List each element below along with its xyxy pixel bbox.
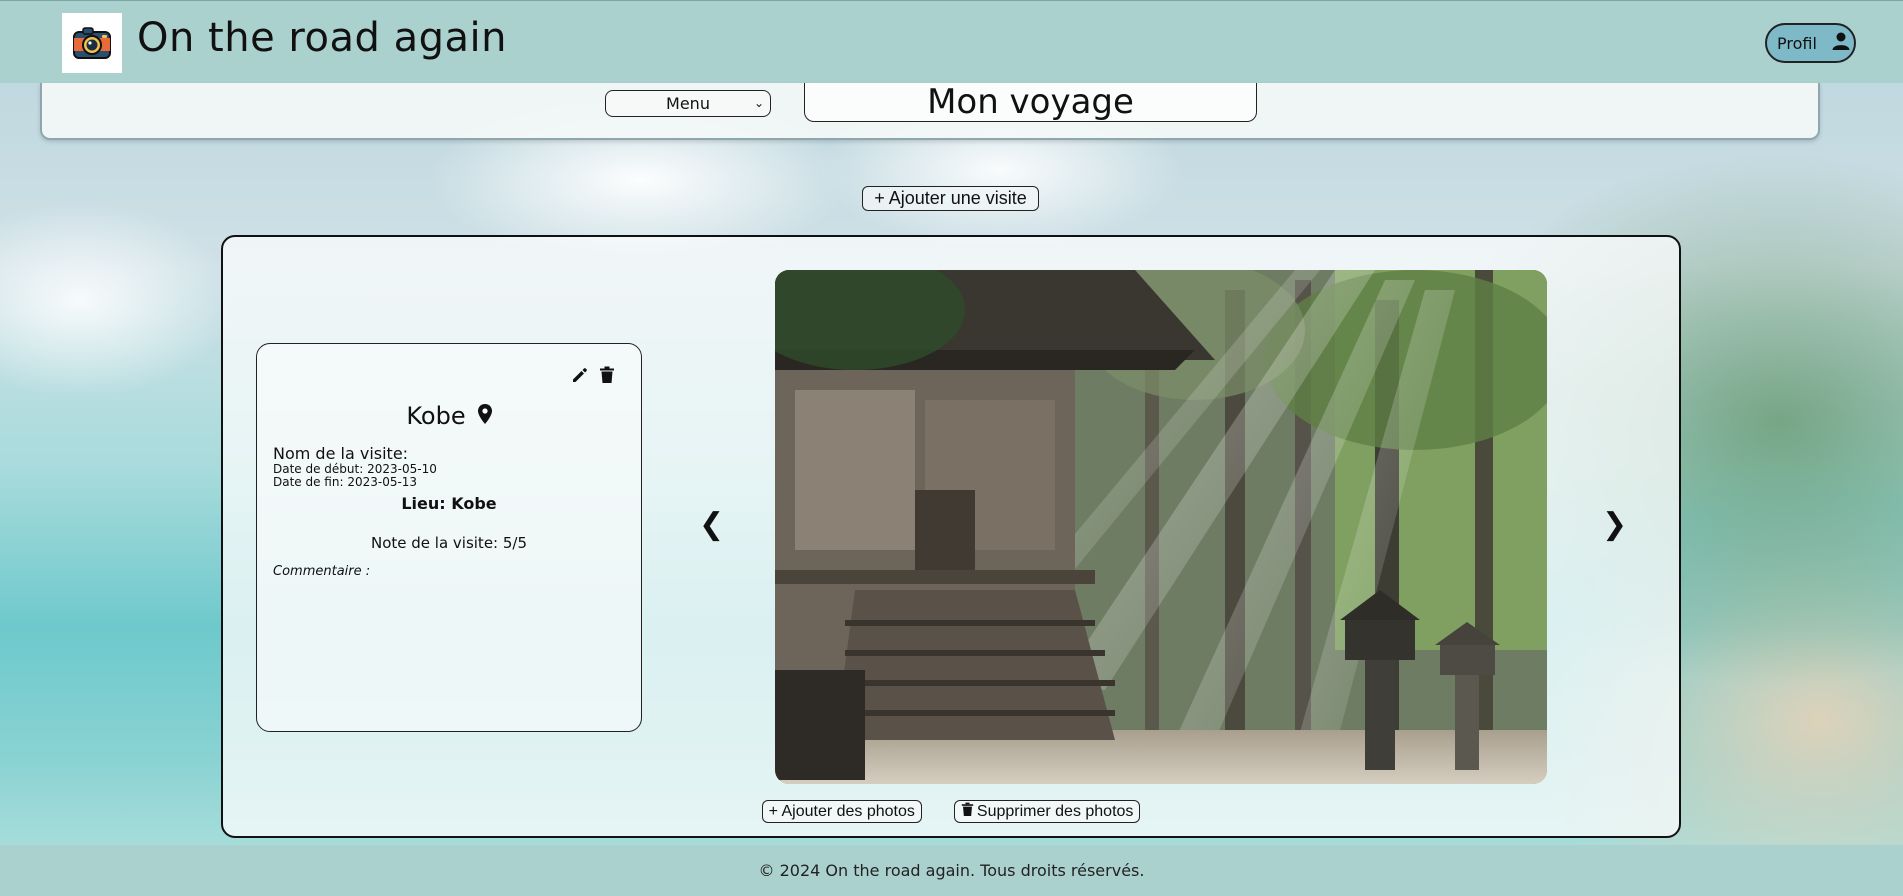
menu-selected-value: Menu: [666, 94, 710, 113]
profile-label: Profil: [1777, 33, 1817, 53]
photo-actions: + Ajouter des photos Supprimer des photo…: [223, 800, 1679, 823]
card-actions: [571, 366, 615, 384]
visit-photo: [775, 270, 1547, 784]
delete-photos-label: Supprimer des photos: [976, 802, 1134, 820]
trash-icon: [961, 802, 974, 822]
visit-place: Lieu: Kobe: [401, 494, 497, 513]
trash-icon[interactable]: [599, 366, 615, 384]
edit-icon[interactable]: [571, 366, 589, 384]
visit-rating: Note de la visite: 5/5: [370, 534, 528, 552]
delete-photos-button[interactable]: Supprimer des photos: [953, 800, 1141, 823]
visit-start-date: Date de début: 2023-05-10: [273, 462, 437, 476]
visit-comment: Commentaire :: [273, 564, 371, 579]
trip-title-field[interactable]: Mon voyage: [804, 82, 1257, 122]
add-visit-button[interactable]: + Ajouter une visite: [862, 186, 1039, 211]
app-title: On the road again: [137, 15, 507, 61]
map-pin-icon[interactable]: [477, 402, 492, 430]
chevron-down-icon: ⌄: [753, 96, 764, 110]
app-header: On the road again Profil: [0, 0, 1903, 83]
visit-city: Kobe: [406, 402, 466, 430]
copyright-text: © 2024 On the road again. Tous droits ré…: [758, 861, 1145, 880]
add-photos-button[interactable]: + Ajouter des photos: [761, 800, 922, 823]
carousel-next-button[interactable]: ❯: [1602, 507, 1627, 542]
visit-end-date: Date de fin: 2023-05-13: [273, 475, 418, 489]
visit-city-heading: Kobe: [257, 402, 641, 430]
user-icon: [1831, 31, 1851, 55]
visit-details-card: Kobe Nom de la visite: Date de début: 20…: [256, 343, 642, 732]
visit-name-label: Nom de la visite:: [273, 444, 409, 463]
visit-panel: Kobe Nom de la visite: Date de début: 20…: [221, 235, 1681, 838]
menu-dropdown[interactable]: Menu ⌄: [605, 90, 771, 117]
profile-button[interactable]: Profil: [1765, 23, 1856, 63]
carousel-prev-button[interactable]: ❮: [699, 507, 724, 542]
app-footer: © 2024 On the road again. Tous droits ré…: [0, 845, 1903, 896]
camera-icon[interactable]: [62, 13, 122, 73]
trip-toolbar: Menu ⌄ Mon voyage: [40, 82, 1820, 140]
